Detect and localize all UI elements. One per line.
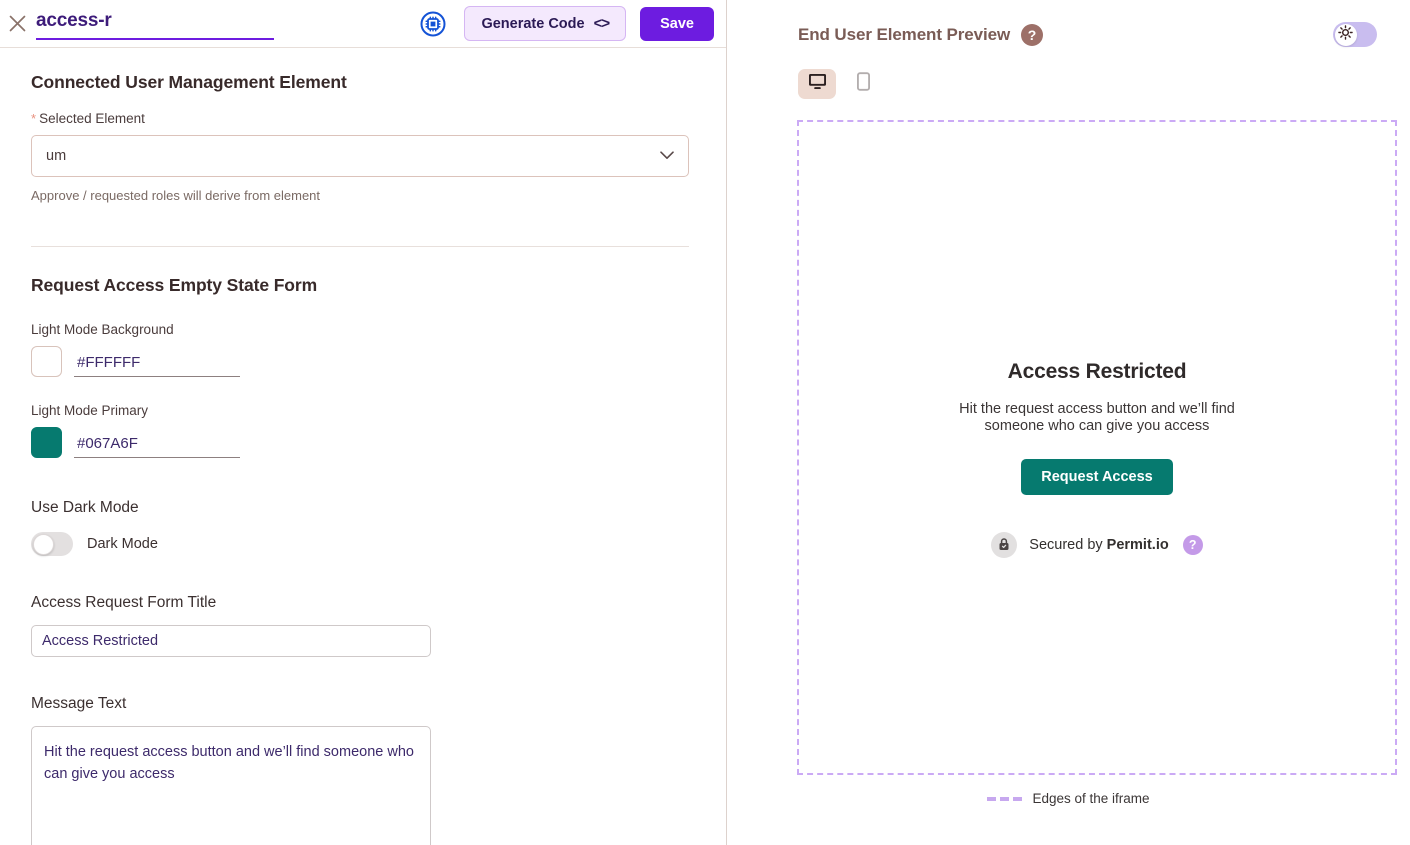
- configuration-form: Connected User Management Element *Selec…: [0, 48, 726, 845]
- secured-by-brand: Permit.io: [1107, 537, 1169, 553]
- light-mode-primary-control: [31, 427, 690, 458]
- iframe-legend: Edges of the iframe: [727, 791, 1410, 806]
- preview-panel: End User Element Preview ?: [727, 0, 1410, 845]
- light-mode-background-label: Light Mode Background: [31, 322, 690, 337]
- dark-mode-toggle-row: Dark Mode: [31, 532, 690, 556]
- theme-toggle-knob: [1335, 24, 1357, 46]
- mobile-icon: [857, 72, 870, 96]
- selected-element-label-text: Selected Element: [39, 111, 145, 126]
- chip-icon[interactable]: [420, 11, 446, 37]
- close-icon[interactable]: [0, 7, 34, 41]
- dark-mode-toggle-knob: [33, 534, 54, 555]
- message-text-label: Message Text: [31, 695, 690, 713]
- chevron-down-icon: [660, 148, 674, 164]
- preview-header: End User Element Preview ?: [727, 0, 1410, 47]
- message-text-textarea[interactable]: [31, 726, 431, 845]
- iframe-preview-area: Access Restricted Hit the request access…: [797, 120, 1397, 775]
- element-name-input[interactable]: [36, 8, 274, 40]
- preview-message: Hit the request access button and we’ll …: [947, 401, 1247, 435]
- generate-code-label: Generate Code: [481, 16, 584, 32]
- request-access-button[interactable]: Request Access: [1021, 459, 1173, 495]
- selected-element-value: um: [46, 148, 660, 164]
- secured-by-prefix: Secured by: [1029, 537, 1102, 553]
- form-title-input[interactable]: [31, 625, 431, 657]
- section-title-request-access: Request Access Empty State Form: [31, 275, 690, 296]
- selected-element-label: *Selected Element: [31, 111, 690, 126]
- preview-heading: Access Restricted: [799, 360, 1395, 384]
- section-divider: [31, 246, 689, 247]
- message-text-block: Message Text: [31, 695, 690, 845]
- device-tab-desktop[interactable]: [798, 69, 836, 99]
- iframe-legend-label: Edges of the iframe: [1032, 791, 1149, 806]
- preview-title: End User Element Preview: [798, 25, 1010, 45]
- light-mode-primary-label: Light Mode Primary: [31, 403, 690, 418]
- light-mode-background-swatch[interactable]: [31, 346, 62, 377]
- required-indicator: *: [31, 111, 36, 126]
- device-tab-mobile[interactable]: [844, 69, 882, 99]
- selected-element-helper-text: Approve / requested roles will derive fr…: [31, 188, 690, 203]
- light-mode-primary-input[interactable]: [74, 433, 240, 458]
- editor-topbar: Generate Code <> Save: [0, 0, 726, 48]
- light-mode-background-row: Light Mode Background: [31, 322, 690, 377]
- configuration-panel: Generate Code <> Save Connected User Man…: [0, 0, 727, 845]
- theme-mode-toggle[interactable]: [1333, 22, 1377, 47]
- sun-icon: [1338, 25, 1353, 45]
- element-editor-screen: Generate Code <> Save Connected User Man…: [0, 0, 1410, 845]
- light-mode-background-input[interactable]: [74, 352, 240, 377]
- section-request-access-form: Request Access Empty State Form Light Mo…: [31, 275, 690, 845]
- selected-element-select[interactable]: um: [31, 135, 689, 177]
- light-mode-primary-swatch[interactable]: [31, 427, 62, 458]
- save-button[interactable]: Save: [640, 7, 714, 41]
- dark-mode-toggle[interactable]: [31, 532, 73, 556]
- use-dark-mode-block: Use Dark Mode Dark Mode: [31, 499, 690, 556]
- code-brackets-icon: <>: [594, 15, 610, 32]
- form-title-block: Access Request Form Title: [31, 594, 690, 657]
- form-title-label: Access Request Form Title: [31, 594, 690, 612]
- secured-by-row: Secured by Permit.io ?: [799, 532, 1395, 558]
- preview-help-icon[interactable]: ?: [1021, 24, 1043, 46]
- permit-help-icon[interactable]: ?: [1183, 535, 1203, 555]
- use-dark-mode-label: Use Dark Mode: [31, 499, 690, 517]
- section-title-connected-element: Connected User Management Element: [31, 72, 690, 93]
- device-preview-tabs: [727, 47, 1410, 99]
- preview-empty-state: Access Restricted Hit the request access…: [799, 360, 1395, 558]
- generate-code-button[interactable]: Generate Code <>: [464, 6, 626, 41]
- light-mode-primary-row: Light Mode Primary: [31, 403, 690, 458]
- desktop-icon: [808, 73, 827, 95]
- dashed-line-icon: [987, 797, 1022, 801]
- secured-by-text: Secured by Permit.io: [1029, 537, 1168, 553]
- element-name-field-wrap: [36, 8, 276, 40]
- lock-icon: [991, 532, 1017, 558]
- light-mode-background-control: [31, 346, 690, 377]
- dark-mode-toggle-label: Dark Mode: [87, 536, 158, 552]
